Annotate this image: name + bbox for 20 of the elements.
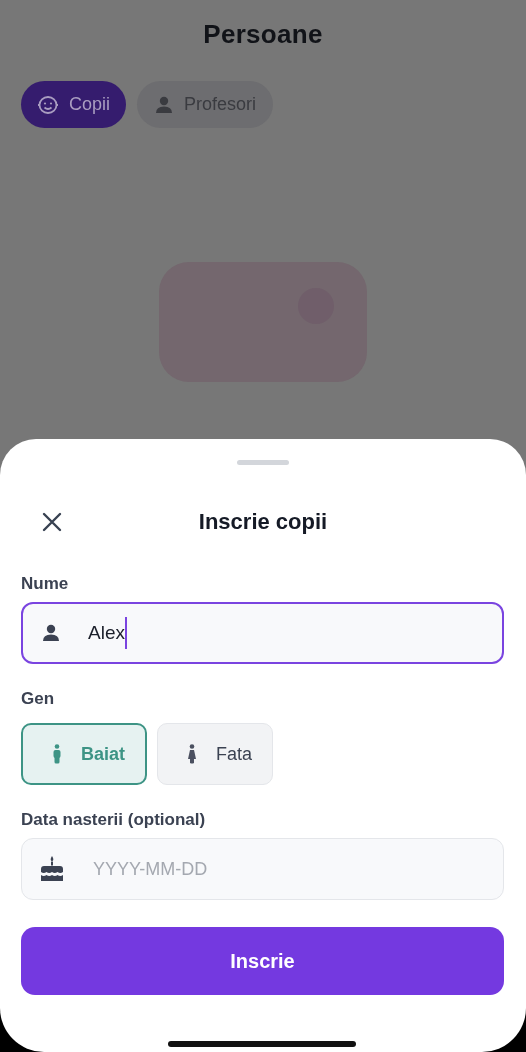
close-icon[interactable] <box>42 512 62 532</box>
name-field[interactable]: Alex <box>21 602 504 664</box>
date-input[interactable]: YYYY-MM-DD <box>91 857 503 881</box>
screen-title: Persoane <box>202 18 324 50</box>
gender-option[interactable]: Baiat <box>21 723 147 785</box>
sheet-title: Inscrie copii <box>197 509 329 535</box>
baby-face-icon <box>37 94 59 115</box>
field-label: Gen <box>21 689 56 709</box>
tab[interactable]: Copii <box>21 81 127 128</box>
person-icon <box>154 94 175 115</box>
boy-icon <box>53 744 61 764</box>
girl-icon <box>188 744 196 764</box>
field-label: Data nasterii (optional) <box>21 810 207 830</box>
date-field[interactable]: YYYY-MM-DD <box>21 838 504 900</box>
drag-handle[interactable] <box>236 460 289 465</box>
cake-icon <box>40 856 64 882</box>
person-icon <box>41 623 61 643</box>
submit-button[interactable]: Inscrie <box>21 927 504 995</box>
gender-option[interactable]: Fata <box>157 723 274 785</box>
field-label: Nume <box>21 574 70 594</box>
